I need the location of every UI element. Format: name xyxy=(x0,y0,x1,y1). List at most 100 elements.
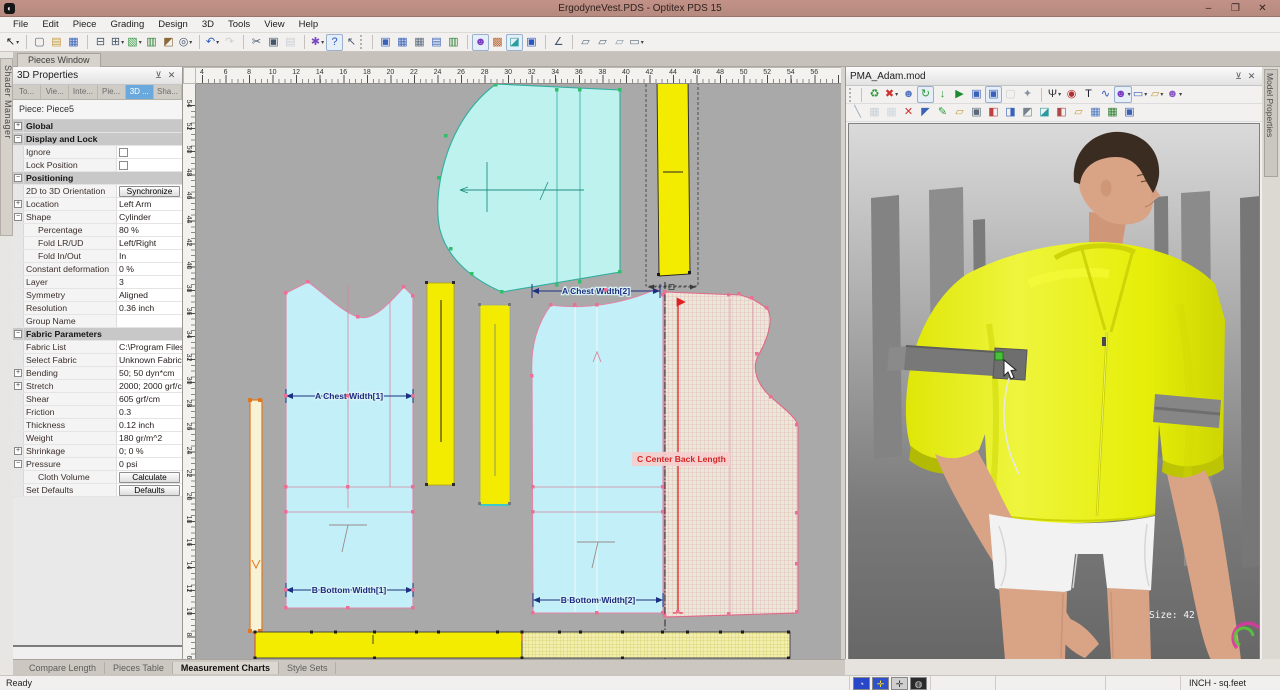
property-value[interactable]: 0 psi xyxy=(117,458,182,470)
load-avatar-icon[interactable]: ☻ xyxy=(900,86,917,103)
close-icon[interactable]: ✕ xyxy=(165,70,178,81)
pattern-strip-bottom[interactable] xyxy=(255,632,790,658)
measure-line-icon[interactable]: ╲ xyxy=(849,104,866,121)
property-value[interactable]: Cylinder xyxy=(117,211,182,223)
properties-tab-5[interactable]: Sha... xyxy=(154,85,182,99)
context-help-icon[interactable]: ↖ xyxy=(343,34,360,51)
bottom-tab-style-sets[interactable]: Style Sets xyxy=(279,662,337,674)
property-value[interactable]: Calculate xyxy=(117,471,182,483)
property-value[interactable]: Unknown Fabric Typ... xyxy=(117,354,182,366)
calculate-button[interactable]: Calculate xyxy=(119,472,180,483)
model-properties-tab[interactable]: Model Properties xyxy=(1262,67,1280,662)
menu-tools[interactable]: Tools xyxy=(221,18,257,31)
property-value[interactable]: 0.3 xyxy=(117,406,182,418)
edit-3d-icon[interactable]: ✎ xyxy=(934,104,951,121)
property-value[interactable]: Left Arm xyxy=(117,198,182,210)
menu-view[interactable]: View xyxy=(257,18,291,31)
menu-help[interactable]: Help xyxy=(292,18,326,31)
viewport-3d[interactable]: Size: 42 xyxy=(848,123,1260,660)
pattern-piece-front-1[interactable] xyxy=(286,282,413,608)
pattern-canvas-2d[interactable]: A Chest Width[1] B Bottom Width[1] A Che… xyxy=(196,84,841,659)
expand-icon[interactable]: + xyxy=(14,369,22,377)
piece-outline-2-icon[interactable]: ▱ xyxy=(594,34,611,51)
property-value[interactable]: 50; 50 dyn*cm xyxy=(117,367,182,379)
zoom-tool-icon[interactable]: ◎▾ xyxy=(177,34,194,51)
new-document-icon[interactable]: ▢ xyxy=(31,34,48,51)
record-animation-icon[interactable]: ◉ xyxy=(1063,86,1080,103)
menu-design[interactable]: Design xyxy=(151,18,195,31)
pieces-table-icon[interactable]: ▦ xyxy=(394,34,411,51)
select-tool-icon[interactable]: ↖▾ xyxy=(4,34,21,51)
measurement-chart-icon[interactable]: ▤ xyxy=(428,34,445,51)
property-value[interactable]: 0 % xyxy=(117,263,182,275)
style-sets-table-icon[interactable]: ▥ xyxy=(445,34,462,51)
expand-icon[interactable]: + xyxy=(14,447,22,455)
fabric-window-icon[interactable]: ▩ xyxy=(489,34,506,51)
cut-icon[interactable]: ✂ xyxy=(248,34,265,51)
pieces-window-tab[interactable]: Pieces Window xyxy=(17,53,101,67)
model-panel-header[interactable]: PMA_Adam.mod ⊻ ✕ xyxy=(846,67,1262,86)
place-folder-icon[interactable]: ▱ xyxy=(951,104,968,121)
collapse-icon[interactable]: − xyxy=(14,330,22,338)
properties-tab-0[interactable]: To... xyxy=(13,85,41,99)
3d-view-frame-icon[interactable]: ▣ xyxy=(985,86,1002,103)
minimize-button[interactable]: – xyxy=(1195,1,1222,16)
pieces-window-view-icon[interactable]: ▣ xyxy=(377,34,394,51)
title-bar[interactable]: ◐ ErgodyneVest.PDS - Optitex PDS 15 – ❐ … xyxy=(0,0,1280,17)
expand-icon[interactable]: + xyxy=(14,200,22,208)
reset-simulation-icon[interactable]: ♻ xyxy=(866,86,883,103)
avatar-window-icon[interactable]: ☻ xyxy=(472,34,489,51)
design-tools-icon[interactable]: ✱▾ xyxy=(309,34,326,51)
avatar-properties-icon[interactable]: ☻▾ xyxy=(1114,86,1132,103)
cloth-texture-icon[interactable]: ◨ xyxy=(1002,104,1019,121)
maximize-button[interactable]: ❐ xyxy=(1222,1,1249,16)
expand-icon[interactable]: + xyxy=(14,382,22,390)
properties-tab-4[interactable]: 3D ... xyxy=(126,85,154,99)
properties-tab-3[interactable]: Pie... xyxy=(98,85,126,99)
3d-properties-window-icon[interactable]: ▣ xyxy=(523,34,540,51)
bottom-tab-pieces-table[interactable]: Pieces Table xyxy=(105,662,173,674)
property-value[interactable] xyxy=(117,315,182,327)
properties-tab-2[interactable]: Inte... xyxy=(69,85,97,99)
print-icon[interactable]: ⊟ xyxy=(92,34,109,51)
collapse-icon[interactable]: − xyxy=(14,174,22,182)
piece-outline-1-icon[interactable]: ▱ xyxy=(577,34,594,51)
save-document-icon[interactable]: ▦ xyxy=(65,34,82,51)
open-document-icon[interactable]: ▤ xyxy=(48,34,65,51)
snap-toggle-icon[interactable]: ✛ xyxy=(891,677,908,690)
property-value[interactable]: 80 % xyxy=(117,224,182,236)
grid-quad-icon[interactable]: ▣ xyxy=(1121,104,1138,121)
monitor-view-icon[interactable]: ▭▾ xyxy=(1132,86,1149,103)
defaults-button[interactable]: Defaults xyxy=(119,485,180,496)
view-sphere-toggle-icon[interactable]: ◔ xyxy=(853,677,870,690)
drop-cloth-icon[interactable]: ↓ xyxy=(934,86,951,103)
property-value[interactable]: In xyxy=(117,250,182,262)
export-image-icon[interactable]: ▧▾ xyxy=(126,34,143,51)
cloth-solid-icon[interactable]: ◧ xyxy=(985,104,1002,121)
piece-outline-4-icon[interactable]: ▭▾ xyxy=(628,34,645,51)
measure-curve-icon[interactable]: ∿ xyxy=(1097,86,1114,103)
property-value[interactable]: 3 xyxy=(117,276,182,288)
avatar-pose-icon[interactable]: Ψ▾ xyxy=(1046,86,1063,103)
pattern-piece-yellow-strip-selected[interactable] xyxy=(657,84,690,276)
property-value[interactable]: 605 grf/cm xyxy=(117,393,182,405)
text-annotation-icon[interactable]: T xyxy=(1080,86,1097,103)
grid-select-icon[interactable]: ▦ xyxy=(1087,104,1104,121)
select-3d-icon[interactable]: ◤ xyxy=(917,104,934,121)
lock-position-checkbox[interactable] xyxy=(119,161,128,170)
expand-icon[interactable]: + xyxy=(14,122,22,130)
pin-icon[interactable]: ⊻ xyxy=(152,70,165,81)
ruler-tool-icon[interactable]: ∠ xyxy=(550,34,567,51)
property-value[interactable]: 0.36 inch xyxy=(117,302,182,314)
sync-2d-3d-icon[interactable]: ↻ xyxy=(917,86,934,103)
simulate-icon[interactable]: ▶ xyxy=(951,86,968,103)
clear-simulation-icon[interactable]: ✖▾ xyxy=(883,86,900,103)
print-preview-icon[interactable]: ⊞▾ xyxy=(109,34,126,51)
folder-textures-icon[interactable]: ▱ xyxy=(1070,104,1087,121)
close-button[interactable]: ✕ xyxy=(1249,1,1276,16)
pattern-strip-orange[interactable] xyxy=(250,400,262,632)
property-value[interactable]: 2000; 2000 grf/cm xyxy=(117,380,182,392)
collapse-icon[interactable]: − xyxy=(14,460,22,468)
bottom-tab-measurement-charts[interactable]: Measurement Charts xyxy=(173,662,279,674)
piece-outline-3-icon[interactable]: ▱ xyxy=(611,34,628,51)
